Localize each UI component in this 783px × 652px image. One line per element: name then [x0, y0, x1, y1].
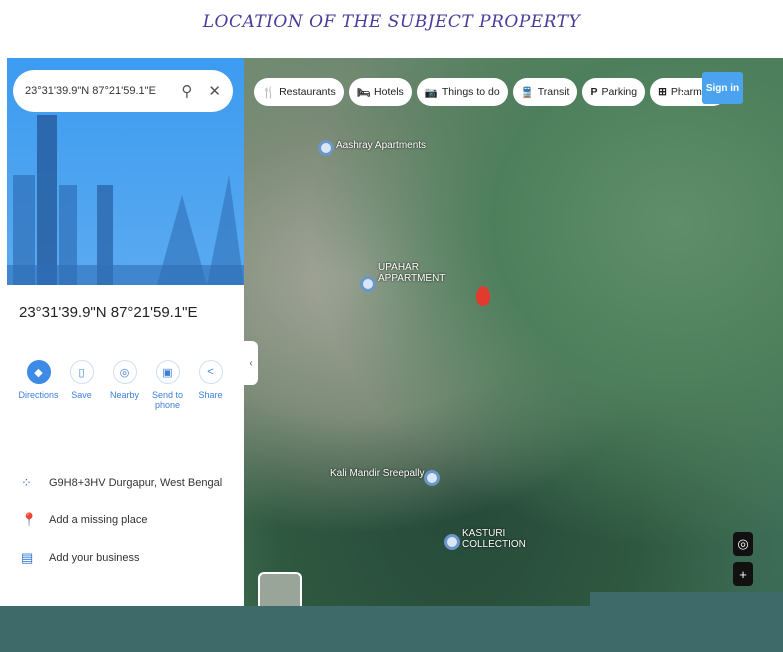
- map-label-kali-mandir[interactable]: Kali Mandir Sreepally: [330, 468, 425, 479]
- action-buttons: ◆ Directions ▯ Save ◎ Nearby ▣ Send to phone…: [17, 360, 232, 410]
- search-box[interactable]: 23°31'39.9"N 87°21'59.1"E ⚲ ✕: [13, 70, 233, 112]
- my-location-button[interactable]: ◎: [733, 532, 753, 556]
- page-title: LOCATION OF THE SUBJECT PROPERTY: [202, 12, 581, 32]
- add-business-icon: ▤: [21, 549, 34, 565]
- chip-transit[interactable]: 🚆 Transit: [512, 78, 578, 106]
- map-label-kasturi[interactable]: KASTURI COLLECTION: [462, 528, 526, 550]
- place-panel: 23°31'39.9"N 87°21'59.1"E ⚲ ✕ 23°31'39.9…: [7, 58, 244, 606]
- place-pin-icon[interactable]: [360, 276, 376, 292]
- plus-code-icon: ⁘: [21, 474, 32, 490]
- add-missing-place-row[interactable]: 📍 Add a missing place: [21, 502, 222, 540]
- map-label-aashray[interactable]: Aashray Apartments: [336, 140, 426, 151]
- hotel-icon: 🛏: [356, 86, 371, 99]
- chip-restaurants[interactable]: 🍴 Restaurants: [254, 78, 344, 106]
- place-pin-icon[interactable]: [444, 534, 460, 550]
- info-list: ⁘ G9H8+3HV Durgapur, West Bengal 📍 Add a m…: [21, 464, 222, 577]
- city-illustration: [7, 115, 244, 285]
- send-to-phone-icon: ▣: [155, 360, 180, 384]
- restaurant-icon: 🍴: [262, 86, 276, 99]
- chip-things-to-do[interactable]: 📷 Things to do: [416, 78, 508, 106]
- place-coordinates: 23°31'39.9"N 87°21'59.1"E: [19, 304, 198, 321]
- transit-icon: 🚆: [520, 86, 534, 99]
- camera-icon: 📷: [424, 86, 438, 99]
- layers-thumbnail[interactable]: [258, 572, 302, 606]
- place-pin-icon[interactable]: [318, 140, 334, 156]
- nearby-button[interactable]: ◎ Nearby: [103, 360, 146, 410]
- send-to-phone-button[interactable]: ▣ Send to phone: [146, 360, 189, 410]
- search-input[interactable]: 23°31'39.9"N 87°21'59.1"E: [25, 85, 165, 97]
- share-icon: <: [198, 360, 223, 384]
- satellite-map[interactable]: 🍴 Restaurants 🛏 Hotels 📷 Things to do 🚆 Tran…: [244, 58, 783, 606]
- add-business-row[interactable]: ▤ Add your business: [21, 539, 222, 577]
- directions-icon: ◆: [26, 360, 51, 384]
- location-marker-icon[interactable]: [476, 286, 490, 306]
- parking-icon: P: [590, 86, 598, 98]
- zoom-in-button[interactable]: +: [733, 562, 753, 586]
- search-icon[interactable]: ⚲: [181, 82, 192, 100]
- pharmacy-icon: ⊞: [658, 86, 667, 98]
- category-chips: 🍴 Restaurants 🛏 Hotels 📷 Things to do 🚆 Tran…: [254, 78, 728, 106]
- collapse-panel-button[interactable]: ‹: [244, 341, 258, 385]
- apps-grid-icon[interactable]: ⠿: [679, 82, 689, 99]
- map-label-upahar[interactable]: UPAHAR APPARTMENT: [378, 262, 445, 284]
- chip-parking[interactable]: P Parking: [582, 78, 646, 106]
- nearby-icon: ◎: [112, 360, 137, 384]
- save-button[interactable]: ▯ Save: [60, 360, 103, 410]
- place-pin-icon[interactable]: [424, 470, 440, 486]
- share-button[interactable]: < Share: [189, 360, 232, 410]
- sign-in-button[interactable]: Sign in: [702, 72, 743, 104]
- chip-hotels[interactable]: 🛏 Hotels: [348, 78, 412, 106]
- place-banner-image: 23°31'39.9"N 87°21'59.1"E ⚲ ✕: [7, 58, 244, 285]
- close-icon[interactable]: ✕: [208, 82, 221, 100]
- bookmark-icon: ▯: [69, 360, 94, 384]
- directions-button[interactable]: ◆ Directions: [17, 360, 60, 410]
- plus-code-row[interactable]: ⁘ G9H8+3HV Durgapur, West Bengal: [21, 464, 222, 502]
- footer-band: [0, 606, 783, 652]
- add-place-icon: 📍: [21, 512, 38, 528]
